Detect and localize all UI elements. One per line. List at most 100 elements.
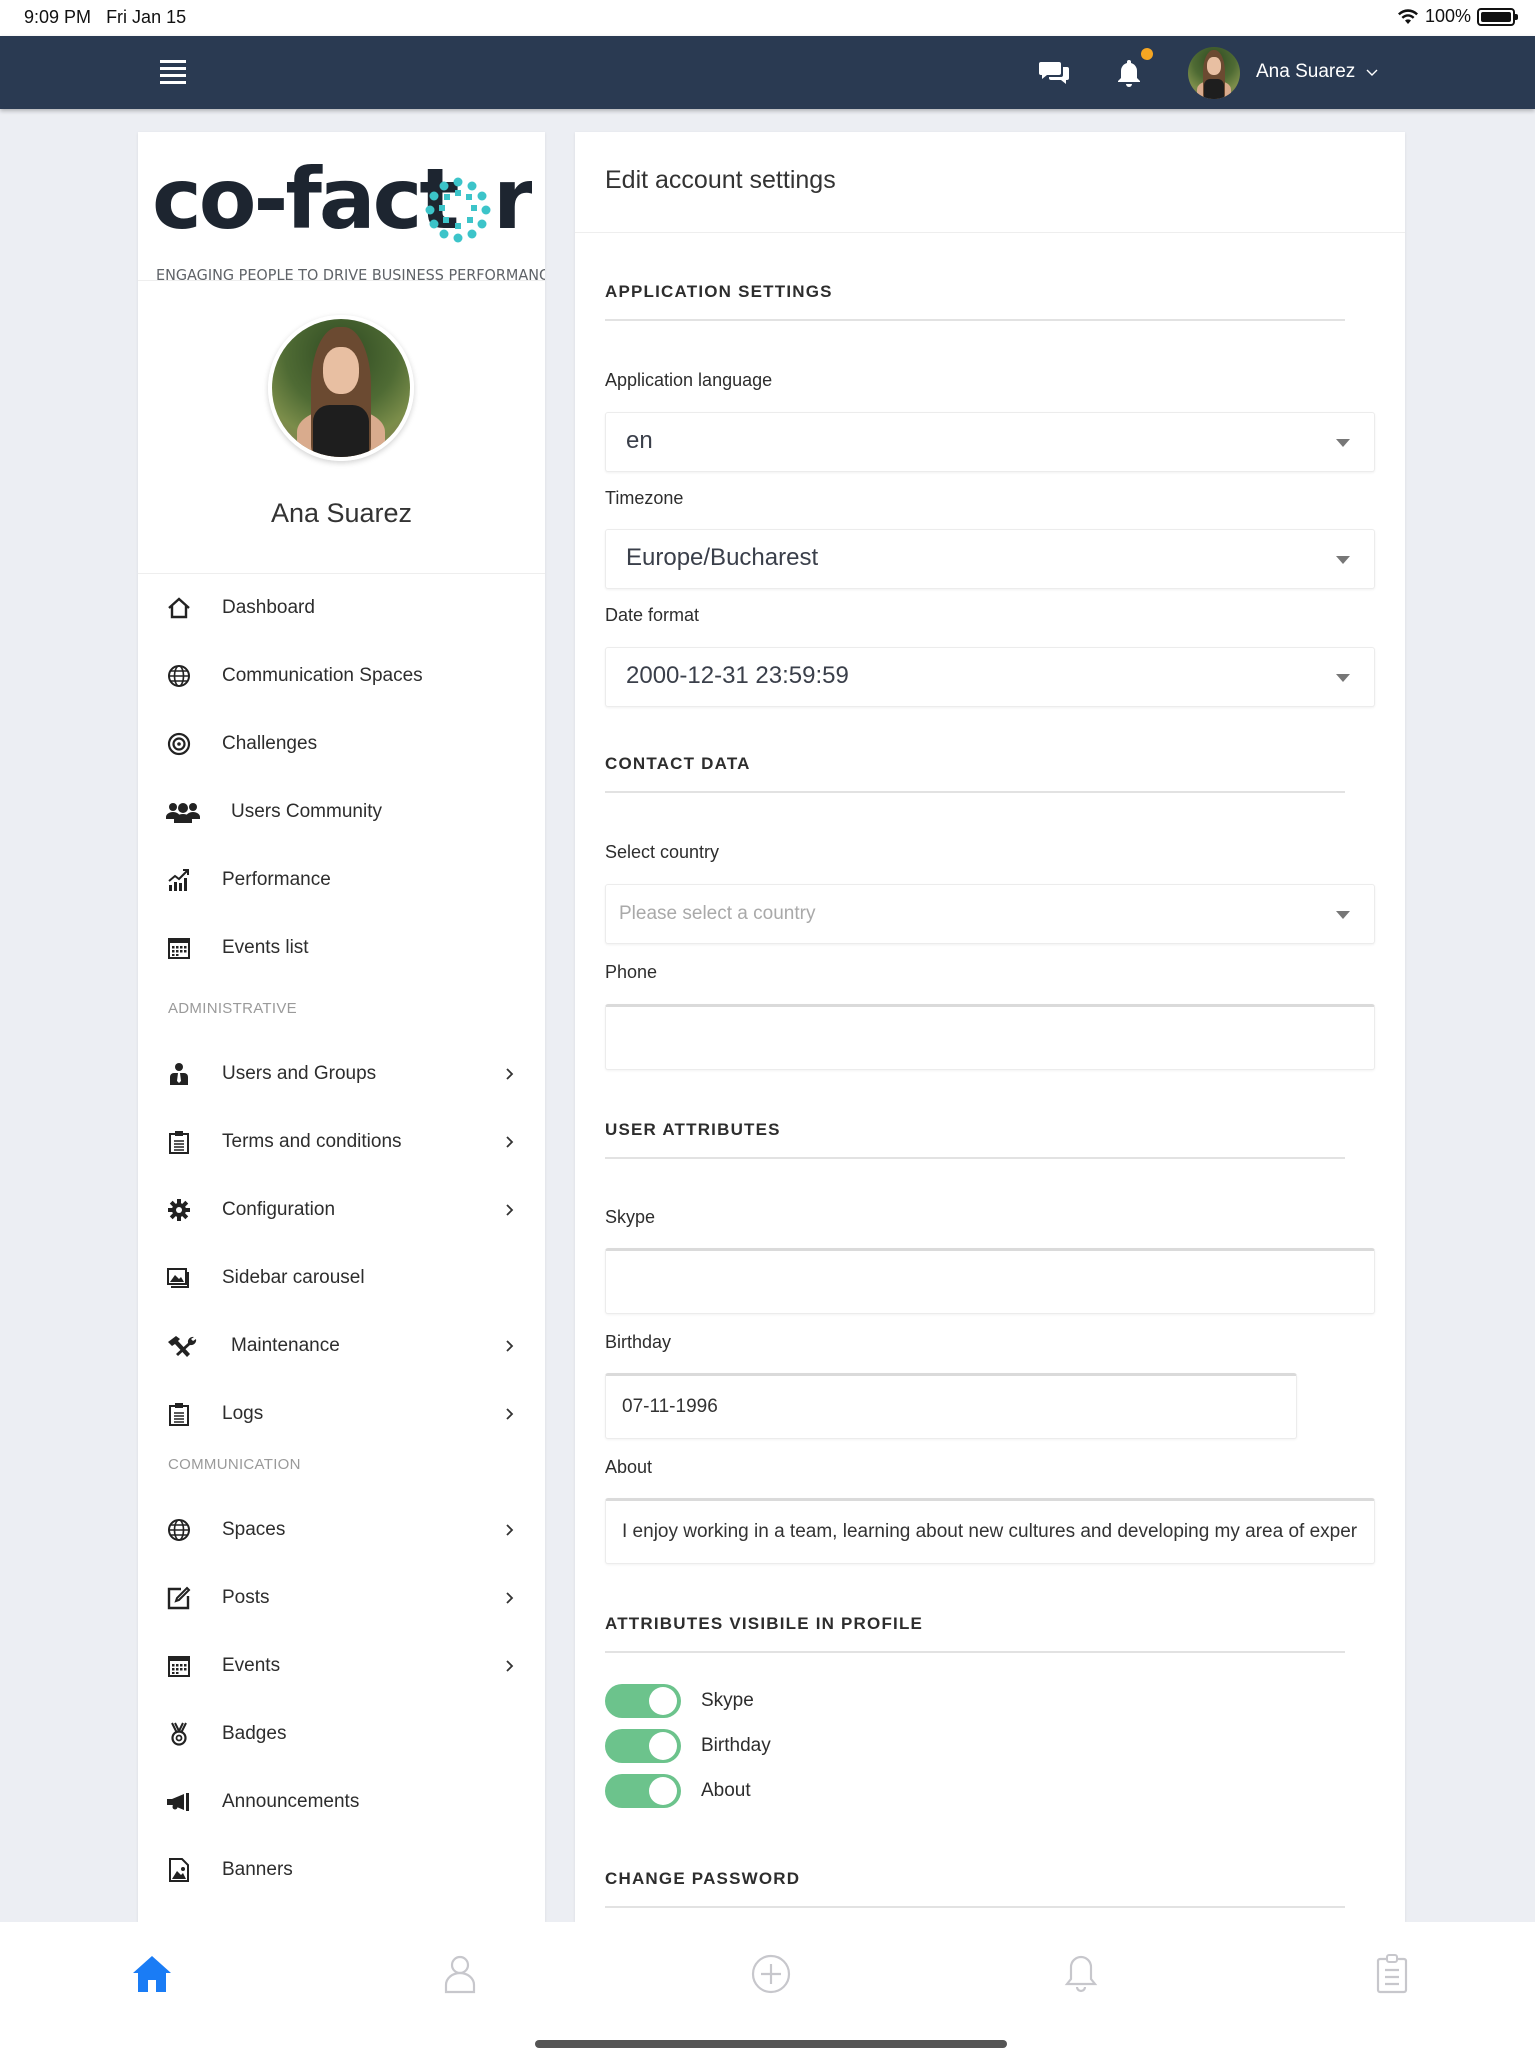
visibility-toggle-skype[interactable] bbox=[605, 1684, 681, 1718]
cofactor-logo: co-fact r ENGAGING PEOPLE TO DRIVE BUSIN… bbox=[152, 150, 545, 284]
battery-percent: 100% bbox=[1424, 6, 1471, 26]
sidebar-item-performance[interactable]: Performance bbox=[138, 846, 545, 914]
chevron-down-icon[interactable] bbox=[1366, 66, 1378, 78]
visibility-toggle-birthday-row: Birthday bbox=[605, 1728, 771, 1764]
phone-input[interactable] bbox=[606, 1007, 1374, 1069]
sidebar-item-communication-spaces[interactable]: Communication Spaces bbox=[138, 642, 545, 710]
bell-icon bbox=[1064, 1955, 1098, 1993]
sidebar-item-label: Maintenance bbox=[231, 1335, 340, 1356]
about-input[interactable] bbox=[606, 1501, 1374, 1563]
section-divider bbox=[605, 319, 1345, 321]
tab-home[interactable] bbox=[130, 1952, 174, 1996]
sidebar-item-users-and-groups[interactable]: Users and Groups bbox=[138, 1040, 545, 1108]
section-heading-visibility: ATTRIBUTES VISIBILE IN PROFILE bbox=[605, 1614, 924, 1633]
logo-wordmark: co-fact r bbox=[152, 150, 535, 248]
sidebar-item-label: Events bbox=[222, 1655, 281, 1676]
date-format-select[interactable]: 2000-12-31 23:59:59 bbox=[605, 647, 1375, 707]
section-heading-application-settings: APPLICATION SETTINGS bbox=[605, 282, 833, 301]
tools-icon bbox=[166, 1333, 198, 1359]
sidebar-item-events-list[interactable]: Events list bbox=[138, 914, 545, 982]
images-icon bbox=[166, 1265, 192, 1291]
messages-icon[interactable] bbox=[1038, 56, 1072, 90]
clipboard-icon bbox=[166, 1129, 192, 1155]
sidebar: co-fact r ENGAGING PEOPLE TO DRIVE BUSIN… bbox=[138, 132, 545, 1922]
top-navbar: Ana Suarez bbox=[0, 36, 1535, 109]
home-indicator bbox=[535, 2040, 1007, 2048]
divider bbox=[575, 232, 1405, 233]
sidebar-item-terms-and-conditions[interactable]: Terms and conditions bbox=[138, 1108, 545, 1176]
sidebar-item-sidebar-carousel[interactable]: Sidebar carousel bbox=[138, 1244, 545, 1312]
chevron-right-icon bbox=[506, 1408, 514, 1420]
section-divider bbox=[605, 1906, 1345, 1908]
sidebar-item-spaces[interactable]: Spaces bbox=[138, 1496, 545, 1564]
clipboard-icon bbox=[1376, 1954, 1408, 1994]
sidebar-item-challenges[interactable]: Challenges bbox=[138, 710, 545, 778]
section-divider bbox=[605, 791, 1345, 793]
application-language-label: Application language bbox=[605, 370, 773, 390]
chevron-right-icon bbox=[506, 1524, 514, 1536]
logo-tagline: ENGAGING PEOPLE TO DRIVE BUSINESS PERFOR… bbox=[156, 266, 545, 284]
user-menu-name[interactable]: Ana Suarez bbox=[1256, 61, 1355, 83]
sidebar-item-posts[interactable]: Posts bbox=[138, 1564, 545, 1632]
sidebar-item-maintenance[interactable]: Maintenance bbox=[138, 1312, 545, 1380]
sidebar-item-banners[interactable]: Banners bbox=[138, 1836, 545, 1904]
sidebar-item-events[interactable]: Events bbox=[138, 1632, 545, 1700]
application-language-select[interactable]: en bbox=[605, 412, 1375, 472]
sidebar-item-label: Banners bbox=[222, 1859, 293, 1880]
bottom-tab-bar bbox=[0, 1922, 1535, 2048]
sidebar-item-label: Logs bbox=[222, 1403, 264, 1424]
skype-field[interactable] bbox=[605, 1248, 1375, 1314]
sidebar-item-label: Posts bbox=[222, 1587, 270, 1608]
tab-notifications[interactable] bbox=[1059, 1952, 1103, 1996]
menu-toggle-button[interactable] bbox=[160, 60, 186, 84]
wifi-icon bbox=[1397, 8, 1418, 24]
sidebar-item-dashboard[interactable]: Dashboard bbox=[138, 574, 545, 642]
globe-icon bbox=[166, 1517, 192, 1543]
users-icon bbox=[166, 799, 200, 825]
sidebar-item-label: Configuration bbox=[222, 1199, 336, 1220]
account-settings-card: Edit account settings APPLICATION SETTIN… bbox=[575, 132, 1405, 1922]
sidebar-item-label: Terms and conditions bbox=[222, 1131, 402, 1152]
add-circle-icon bbox=[751, 1954, 791, 1994]
section-divider bbox=[605, 1651, 1345, 1653]
phone-label: Phone bbox=[605, 962, 658, 982]
sidebar-item-label: Communication Spaces bbox=[222, 665, 423, 686]
edit-icon bbox=[166, 1585, 192, 1611]
profile-avatar[interactable] bbox=[268, 315, 414, 461]
caret-down-icon bbox=[1336, 556, 1350, 564]
svg-text:r: r bbox=[493, 150, 532, 248]
sidebar-item-configuration[interactable]: Configuration bbox=[138, 1176, 545, 1244]
sidebar-item-label: Spaces bbox=[222, 1519, 286, 1540]
birthday-field[interactable] bbox=[605, 1373, 1297, 1439]
skype-input[interactable] bbox=[606, 1251, 1374, 1313]
chevron-right-icon bbox=[506, 1068, 514, 1080]
home-icon bbox=[166, 595, 192, 621]
tab-add[interactable] bbox=[749, 1952, 793, 1996]
status-time: 9:09 PM Fri Jan 15 bbox=[24, 7, 187, 27]
phone-field[interactable] bbox=[605, 1004, 1375, 1070]
birthday-input[interactable] bbox=[606, 1376, 1296, 1438]
sidebar-item-label: Users and Groups bbox=[222, 1063, 377, 1084]
sidebar-item-logs[interactable]: Logs bbox=[138, 1380, 545, 1448]
svg-text:co-fact: co-fact bbox=[152, 150, 458, 248]
sidebar-item-badges[interactable]: Badges bbox=[138, 1700, 545, 1768]
sidebar-menu: Dashboard Communication Spaces Challenge… bbox=[138, 574, 545, 1904]
megaphone-icon bbox=[166, 1789, 192, 1815]
select-placeholder: Please select a country bbox=[619, 903, 816, 924]
notifications-bell-icon[interactable] bbox=[1112, 56, 1146, 90]
gear-icon bbox=[166, 1197, 192, 1223]
clipboard-icon bbox=[166, 1401, 192, 1427]
country-select[interactable]: Please select a country bbox=[605, 884, 1375, 944]
sidebar-item-users-community[interactable]: Users Community bbox=[138, 778, 545, 846]
sidebar-item-label: Performance bbox=[222, 869, 331, 890]
timezone-select[interactable]: Europe/Bucharest bbox=[605, 529, 1375, 589]
visibility-toggle-birthday[interactable] bbox=[605, 1729, 681, 1763]
tab-tasks[interactable] bbox=[1370, 1952, 1414, 1996]
user-avatar[interactable] bbox=[1188, 47, 1240, 99]
about-field[interactable] bbox=[605, 1498, 1375, 1564]
tab-profile[interactable] bbox=[438, 1952, 482, 1996]
sidebar-item-announcements[interactable]: Announcements bbox=[138, 1768, 545, 1836]
select-value: Europe/Bucharest bbox=[626, 544, 819, 571]
select-value: en bbox=[626, 427, 653, 454]
visibility-toggle-about[interactable] bbox=[605, 1774, 681, 1808]
